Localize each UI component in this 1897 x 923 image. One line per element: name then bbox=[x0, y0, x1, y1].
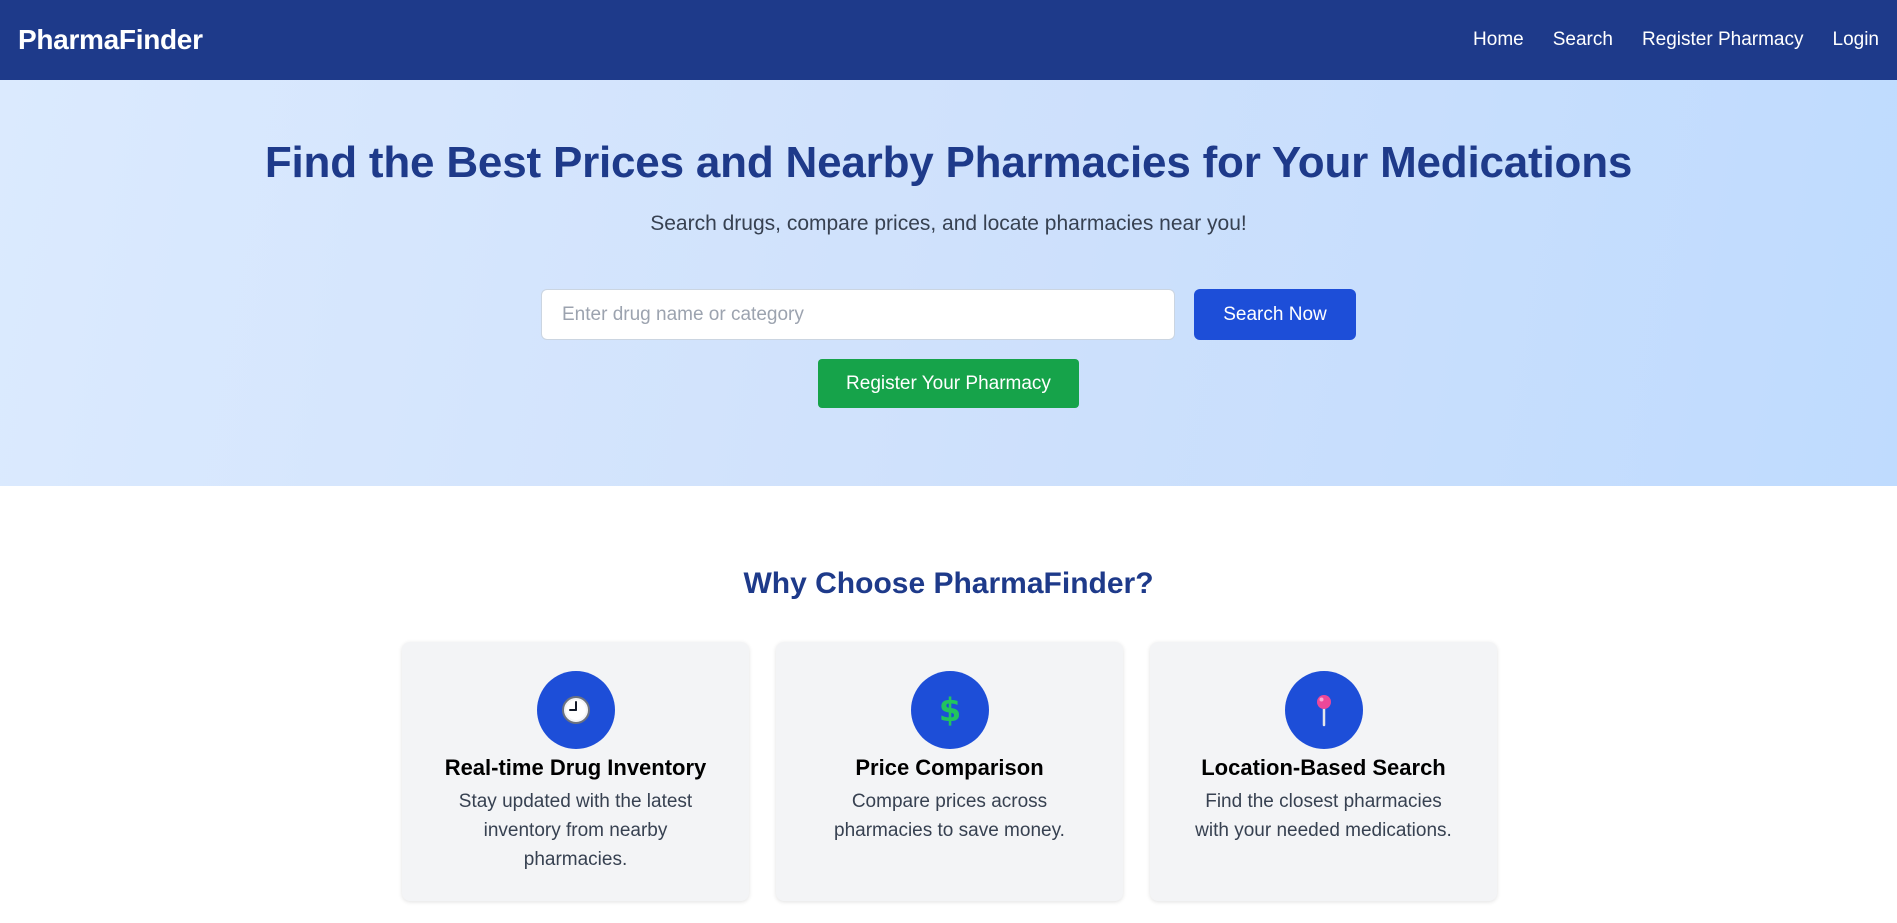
dollar-icon: $ bbox=[910, 671, 989, 749]
svg-text:$: $ bbox=[938, 693, 960, 727]
clock-icon bbox=[536, 671, 615, 749]
search-now-button[interactable]: Search Now bbox=[1194, 289, 1356, 340]
nav-link-register-pharmacy[interactable]: Register Pharmacy bbox=[1642, 29, 1804, 51]
navbar: PharmaFinder Home Search Register Pharma… bbox=[0, 0, 1897, 80]
feature-description: Stay updated with the latest inventory f… bbox=[458, 791, 693, 870]
feature-cards: Real-time Drug Inventory Stay updated wi… bbox=[402, 642, 1497, 901]
pin-icon bbox=[1284, 671, 1363, 749]
drug-search-input[interactable] bbox=[541, 289, 1175, 340]
nav-link-login[interactable]: Login bbox=[1833, 29, 1880, 51]
nav-link-search[interactable]: Search bbox=[1553, 29, 1613, 51]
feature-title: Real-time Drug Inventory bbox=[444, 755, 707, 780]
nav-links: Home Search Register Pharmacy Login bbox=[1473, 29, 1879, 51]
feature-description: Find the closest pharmacies with your ne… bbox=[1195, 791, 1452, 841]
hero-section: Find the Best Prices and Nearby Pharmaci… bbox=[0, 80, 1897, 486]
hero-subtitle: Search drugs, compare prices, and locate… bbox=[650, 212, 1247, 235]
feature-card-price: $ Price Comparison Compare prices across… bbox=[776, 642, 1123, 901]
feature-card-location: Location-Based Search Find the closest p… bbox=[1150, 642, 1497, 901]
features-title: Why Choose PharmaFinder? bbox=[743, 567, 1154, 600]
feature-card-inventory: Real-time Drug Inventory Stay updated wi… bbox=[402, 642, 749, 901]
feature-title: Location-Based Search bbox=[1201, 755, 1446, 780]
hero-title: Find the Best Prices and Nearby Pharmaci… bbox=[264, 138, 1633, 187]
register-pharmacy-button[interactable]: Register Your Pharmacy bbox=[818, 359, 1079, 408]
feature-title: Price Comparison bbox=[855, 755, 1044, 780]
feature-description: Compare prices across pharmacies to save… bbox=[834, 791, 1065, 841]
brand-logo[interactable]: PharmaFinder bbox=[18, 24, 203, 56]
nav-link-home[interactable]: Home bbox=[1473, 29, 1524, 51]
